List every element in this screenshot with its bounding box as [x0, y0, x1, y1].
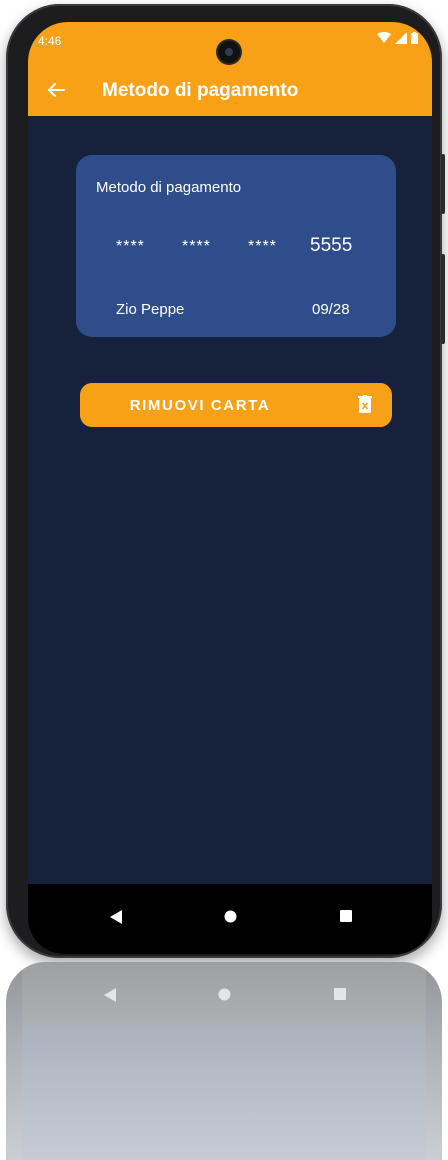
- card-mask-group-1: ****: [116, 238, 145, 255]
- arrow-left-icon[interactable]: [44, 78, 68, 102]
- back-triangle-icon[interactable]: [110, 910, 122, 924]
- card-label: Metodo di pagamento: [96, 179, 242, 196]
- top-bar: 4:46 Metodo di pagamento: [28, 22, 432, 116]
- reflected-recents-icon: [334, 988, 346, 1000]
- power-button: [441, 254, 445, 344]
- remove-card-label: RIMUOVI CARTA: [129, 397, 271, 414]
- app-bar: Metodo di pagamento: [28, 70, 432, 114]
- battery-icon: [411, 32, 418, 44]
- reflection-screen: [22, 962, 426, 1160]
- status-icons: [377, 32, 418, 44]
- card-holder-name: Zio Peppe: [116, 301, 185, 318]
- status-time: 4:46: [38, 34, 62, 48]
- recents-square-icon[interactable]: [340, 910, 352, 922]
- page-title: Metodo di pagamento: [102, 80, 299, 101]
- wifi-icon: [377, 32, 391, 43]
- screen: 4:46 Metodo di pagamento Metodo di pagam…: [28, 22, 432, 954]
- trash-icon: [358, 395, 372, 413]
- front-camera: [218, 41, 240, 63]
- volume-button: [441, 154, 445, 214]
- remove-card-button[interactable]: RIMUOVI CARTA: [80, 383, 392, 427]
- payment-card: Metodo di pagamento **** **** **** 5555 …: [76, 155, 396, 337]
- system-nav-bar: [28, 884, 432, 954]
- card-mask-group-2: ****: [182, 238, 211, 255]
- home-circle-icon[interactable]: [224, 910, 237, 923]
- card-mask-group-3: ****: [248, 238, 277, 255]
- reflected-back-icon: [104, 988, 116, 1002]
- phone-reflection: [6, 962, 442, 1160]
- card-expiry: 09/28: [312, 301, 350, 318]
- reflected-home-icon: [218, 988, 231, 1001]
- signal-icon: [395, 32, 407, 44]
- phone-frame: 4:46 Metodo di pagamento Metodo di pagam…: [6, 4, 445, 958]
- card-last-four: 5555: [310, 235, 353, 256]
- reflection-nav: [22, 962, 426, 1024]
